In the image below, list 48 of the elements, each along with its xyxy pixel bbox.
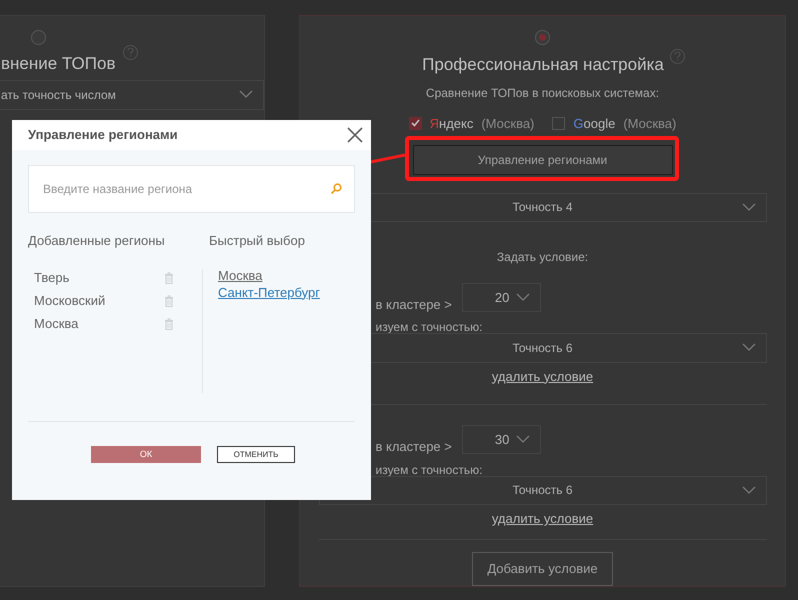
remove-condition-link[interactable]: удалить условие (492, 366, 594, 386)
add-condition-button[interactable]: Добавить условие (472, 552, 613, 586)
select-dropdown[interactable]: 20 (462, 283, 541, 312)
accuracy-label: изуем с точностью: (376, 462, 482, 477)
chevron-down-icon (742, 202, 756, 212)
search-engine-name: Яндекс (430, 114, 474, 133)
chevron-down-icon (516, 293, 530, 302)
chevron-down-icon (239, 90, 253, 99)
region-name: Тверь (34, 269, 70, 288)
section-title: Профессиональная настройка (422, 54, 664, 76)
select-dropdown[interactable]: 30 (462, 425, 541, 454)
region-label: (Москва) (481, 114, 534, 133)
trash-icon[interactable] (164, 318, 174, 330)
column-heading: Добавленные регионы (28, 232, 166, 250)
cancel-button[interactable]: ОТМЕНИТЬ (217, 446, 295, 463)
region-link[interactable]: Москва (218, 266, 320, 284)
radio-button[interactable] (31, 30, 46, 45)
help-icon (670, 48, 685, 64)
conditions-label: Задать условие: (496, 248, 588, 266)
section-title: внение ТОПов (1, 52, 116, 74)
cluster-label: в кластере > (376, 296, 452, 314)
close-icon[interactable] (347, 127, 363, 143)
checkbox[interactable] (408, 116, 422, 130)
dialog-title: Управление регионами (28, 126, 178, 144)
region-label: (Москва) (623, 114, 676, 133)
chevron-down-icon (516, 435, 530, 444)
ok-button[interactable]: ОК (91, 446, 201, 463)
chevron-down-icon (742, 486, 756, 495)
search-icon (330, 183, 342, 195)
select-dropdown[interactable]: Точность 6 (318, 476, 766, 505)
help-icon (123, 45, 138, 60)
select-dropdown[interactable]: ать точность числом (0, 80, 264, 110)
regions-button[interactable]: Управление регионами (412, 145, 672, 175)
region-link[interactable]: Санкт-Петербург (218, 284, 320, 300)
region-name: Московский (34, 292, 106, 310)
subtitle: Сравнение ТОПов в поисковых системах: (426, 84, 660, 102)
trash-icon[interactable] (164, 272, 174, 284)
cluster-label: в кластере > (376, 438, 452, 456)
region-name: Москва (34, 315, 78, 334)
search-field[interactable]: Введите название региона (28, 165, 355, 213)
accuracy-label: изуем с точностью: (376, 320, 482, 334)
column-heading: Быстрый выбор (209, 232, 306, 250)
remove-condition-link[interactable]: удалить условие (492, 508, 594, 528)
chevron-down-icon (742, 343, 756, 352)
trash-icon[interactable] (164, 295, 174, 307)
checkbox[interactable] (552, 116, 566, 130)
radio-button[interactable] (535, 30, 550, 45)
search-engine-name: Google (573, 114, 616, 133)
